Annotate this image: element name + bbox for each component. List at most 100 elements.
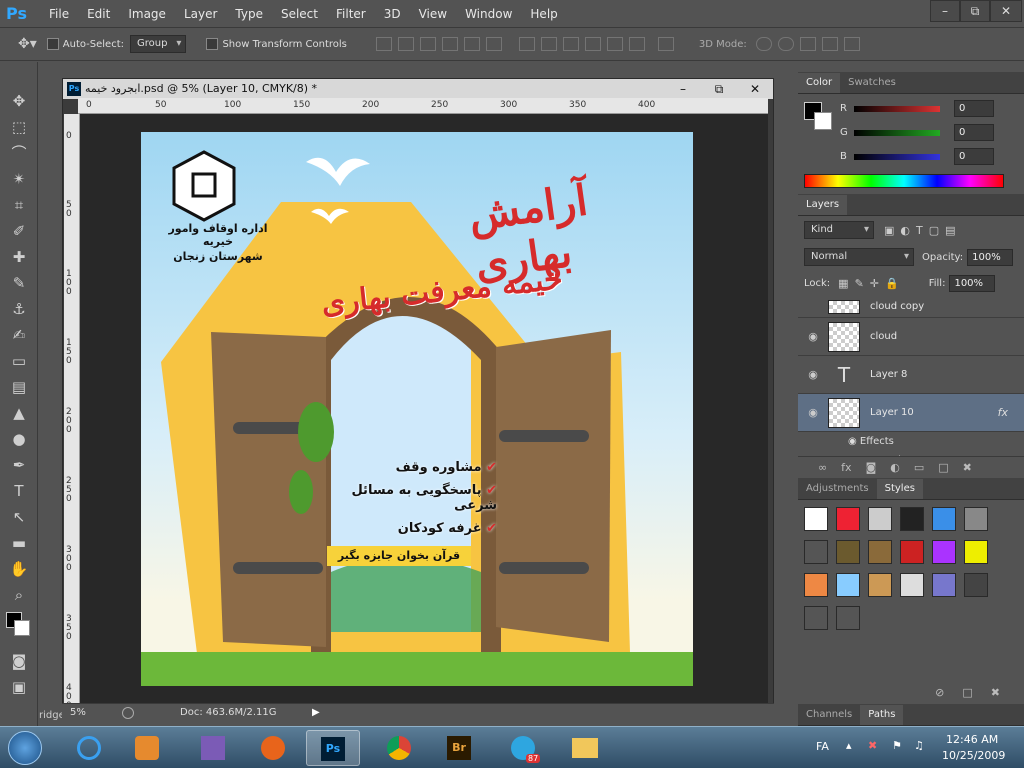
- visibility-eye-icon[interactable]: ◉: [798, 330, 828, 343]
- history-brush-icon[interactable]: ✍: [0, 322, 38, 348]
- filter-shape-icon[interactable]: ▢: [929, 224, 939, 237]
- lock-transparent-icon[interactable]: ▦: [838, 277, 848, 290]
- gradient-tool-icon[interactable]: ▤: [0, 374, 38, 400]
- auto-select-dropdown[interactable]: Group: [130, 35, 187, 53]
- distribute-right-icon[interactable]: [628, 37, 645, 51]
- blend-mode-dropdown[interactable]: Normal: [804, 248, 914, 266]
- photoshop-taskbar-icon[interactable]: Ps: [306, 730, 360, 766]
- style-swatch[interactable]: [868, 540, 892, 564]
- new-style-icon[interactable]: □: [962, 686, 972, 699]
- bridge-taskbar-icon[interactable]: Br: [432, 730, 486, 766]
- menu-layer[interactable]: Layer: [175, 0, 226, 28]
- distribute-hcenter-icon[interactable]: [606, 37, 623, 51]
- align-top-icon[interactable]: [375, 37, 392, 51]
- pen-tool-icon[interactable]: ✒: [0, 452, 38, 478]
- move-tool-icon[interactable]: ✥▾: [18, 36, 37, 52]
- kind-dropdown[interactable]: Kind: [804, 221, 874, 239]
- menu-edit[interactable]: Edit: [78, 0, 119, 28]
- style-swatch[interactable]: [900, 573, 924, 597]
- lock-pixels-icon[interactable]: ✎: [855, 277, 864, 290]
- align-hcenter-icon[interactable]: [463, 37, 480, 51]
- 3d-slide-icon[interactable]: [821, 37, 838, 51]
- layer-row[interactable]: ◉ Layer 10 fx: [798, 394, 1024, 432]
- brush-tool-icon[interactable]: ✎: [0, 270, 38, 296]
- tab-styles[interactable]: Styles: [876, 479, 923, 499]
- channel-value[interactable]: 0: [954, 148, 994, 165]
- visibility-eye-icon[interactable]: ◉: [798, 368, 828, 381]
- path-selection-icon[interactable]: ↖: [0, 504, 38, 530]
- effects-row[interactable]: ◉ Effects: [798, 432, 1024, 451]
- menu-file[interactable]: File: [40, 0, 78, 28]
- explorer-taskbar-icon[interactable]: [558, 730, 612, 766]
- align-right-icon[interactable]: [485, 37, 502, 51]
- menu-3d[interactable]: 3D: [375, 0, 410, 28]
- new-layer-icon[interactable]: □: [938, 461, 948, 474]
- eyedropper-icon[interactable]: ✐: [0, 218, 38, 244]
- style-swatch[interactable]: [836, 573, 860, 597]
- style-swatch[interactable]: [804, 507, 828, 531]
- layer-name[interactable]: Layer 10: [870, 407, 914, 418]
- crop-tool-icon[interactable]: ⌗: [0, 192, 38, 218]
- mask-icon[interactable]: ◙: [866, 461, 877, 474]
- volume-icon[interactable]: ♫: [914, 739, 924, 752]
- clone-stamp-icon[interactable]: ⚓: [0, 296, 38, 322]
- style-swatch[interactable]: [900, 540, 924, 564]
- visual-studio-taskbar-icon[interactable]: [186, 730, 240, 766]
- healing-brush-icon[interactable]: ✚: [0, 244, 38, 270]
- color-spectrum[interactable]: [804, 174, 1004, 188]
- layer-row[interactable]: cloud copy: [798, 296, 1024, 318]
- distribute-bottom-icon[interactable]: [562, 37, 579, 51]
- style-swatch[interactable]: [836, 507, 860, 531]
- style-swatch[interactable]: [836, 606, 860, 630]
- clock-time[interactable]: 12:46 AM: [946, 733, 998, 746]
- layer-fx-icon[interactable]: fx: [998, 406, 1008, 419]
- trash-icon[interactable]: ✖: [963, 461, 972, 474]
- type-tool-icon[interactable]: T: [0, 478, 38, 504]
- media-player-taskbar-icon[interactable]: [120, 730, 174, 766]
- background-color[interactable]: [14, 620, 30, 636]
- shape-tool-icon[interactable]: ▬: [0, 530, 38, 556]
- layer-name[interactable]: cloud copy: [870, 301, 924, 312]
- clear-style-icon[interactable]: ⊘: [935, 686, 944, 699]
- style-swatch[interactable]: [804, 573, 828, 597]
- network-icon[interactable]: ✖: [868, 739, 877, 752]
- start-button[interactable]: [8, 731, 42, 765]
- 3d-pan-icon[interactable]: [799, 37, 816, 51]
- style-swatch[interactable]: [932, 507, 956, 531]
- poster-artwork[interactable]: آرامش بهاری خیمه معرفت بهاری اداره اوقاف…: [141, 132, 693, 686]
- screen-mode-icon[interactable]: ▣: [0, 674, 38, 700]
- ie-taskbar-icon[interactable]: [62, 730, 116, 766]
- doc-minimize-button[interactable]: –: [665, 79, 701, 99]
- distribute-top-icon[interactable]: [518, 37, 535, 51]
- close-button[interactable]: ✕: [990, 0, 1022, 22]
- menu-select[interactable]: Select: [272, 0, 327, 28]
- style-swatch[interactable]: [964, 540, 988, 564]
- transform-checkbox[interactable]: [206, 38, 219, 50]
- chrome-taskbar-icon[interactable]: [372, 730, 426, 766]
- firefox-taskbar-icon[interactable]: [246, 730, 300, 766]
- filter-adjust-icon[interactable]: ◐: [900, 224, 910, 237]
- 3d-scale-icon[interactable]: [843, 37, 860, 51]
- link-layers-icon[interactable]: ∞: [818, 461, 827, 474]
- bg-color-chip[interactable]: [814, 112, 832, 130]
- style-swatch[interactable]: [868, 573, 892, 597]
- action-center-icon[interactable]: ⚑: [892, 739, 902, 752]
- channel-value[interactable]: 0: [954, 100, 994, 117]
- menu-view[interactable]: View: [410, 0, 456, 28]
- fill-field[interactable]: 100%: [949, 274, 996, 292]
- channel-slider[interactable]: [854, 129, 940, 136]
- style-swatch[interactable]: [900, 507, 924, 531]
- tab-swatches[interactable]: Swatches: [840, 73, 904, 93]
- lock-position-icon[interactable]: ✛: [870, 277, 879, 290]
- blur-tool-icon[interactable]: ▲: [0, 400, 38, 426]
- status-menu-icon[interactable]: [122, 707, 134, 719]
- lock-all-icon[interactable]: 🔒: [885, 277, 899, 290]
- lasso-tool-icon[interactable]: ⌒: [0, 140, 38, 166]
- layer-name[interactable]: cloud: [870, 331, 897, 342]
- telegram-taskbar-icon[interactable]: 87: [496, 730, 550, 766]
- zoom-tool-icon[interactable]: ⌕: [0, 582, 38, 608]
- layer-row[interactable]: ◉ T Layer 8: [798, 356, 1024, 394]
- adjustment-icon[interactable]: ◐: [890, 461, 900, 474]
- restore-button[interactable]: ⧉: [960, 0, 990, 22]
- channel-value[interactable]: 0: [954, 124, 994, 141]
